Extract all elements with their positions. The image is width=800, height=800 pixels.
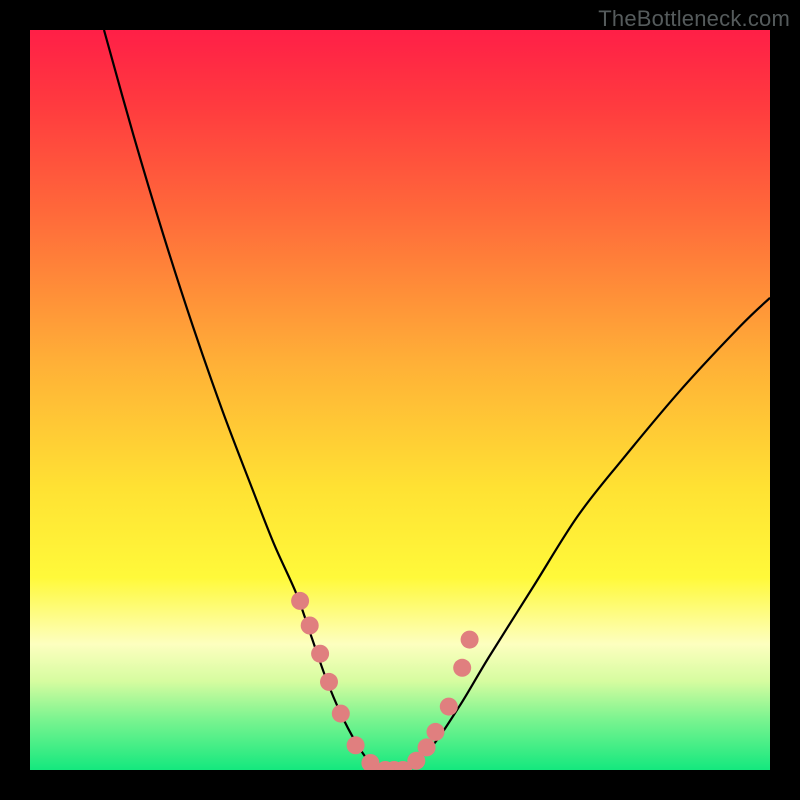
marker-dot xyxy=(291,592,309,610)
marker-dot xyxy=(347,736,365,754)
marker-dot xyxy=(320,673,338,691)
marker-dot xyxy=(332,705,350,723)
marker-dot xyxy=(440,698,458,716)
marker-dot xyxy=(427,723,445,741)
plot-area xyxy=(30,30,770,770)
marker-dot xyxy=(311,645,329,663)
marker-dot xyxy=(461,631,479,649)
marker-dot xyxy=(301,617,319,635)
chart-frame: TheBottleneck.com xyxy=(0,0,800,800)
marker-dot xyxy=(453,659,471,677)
marker-group xyxy=(291,592,479,770)
bottleneck-curve xyxy=(104,30,770,770)
watermark-text: TheBottleneck.com xyxy=(598,6,790,32)
marker-dot xyxy=(418,738,436,756)
bottleneck-svg xyxy=(30,30,770,770)
